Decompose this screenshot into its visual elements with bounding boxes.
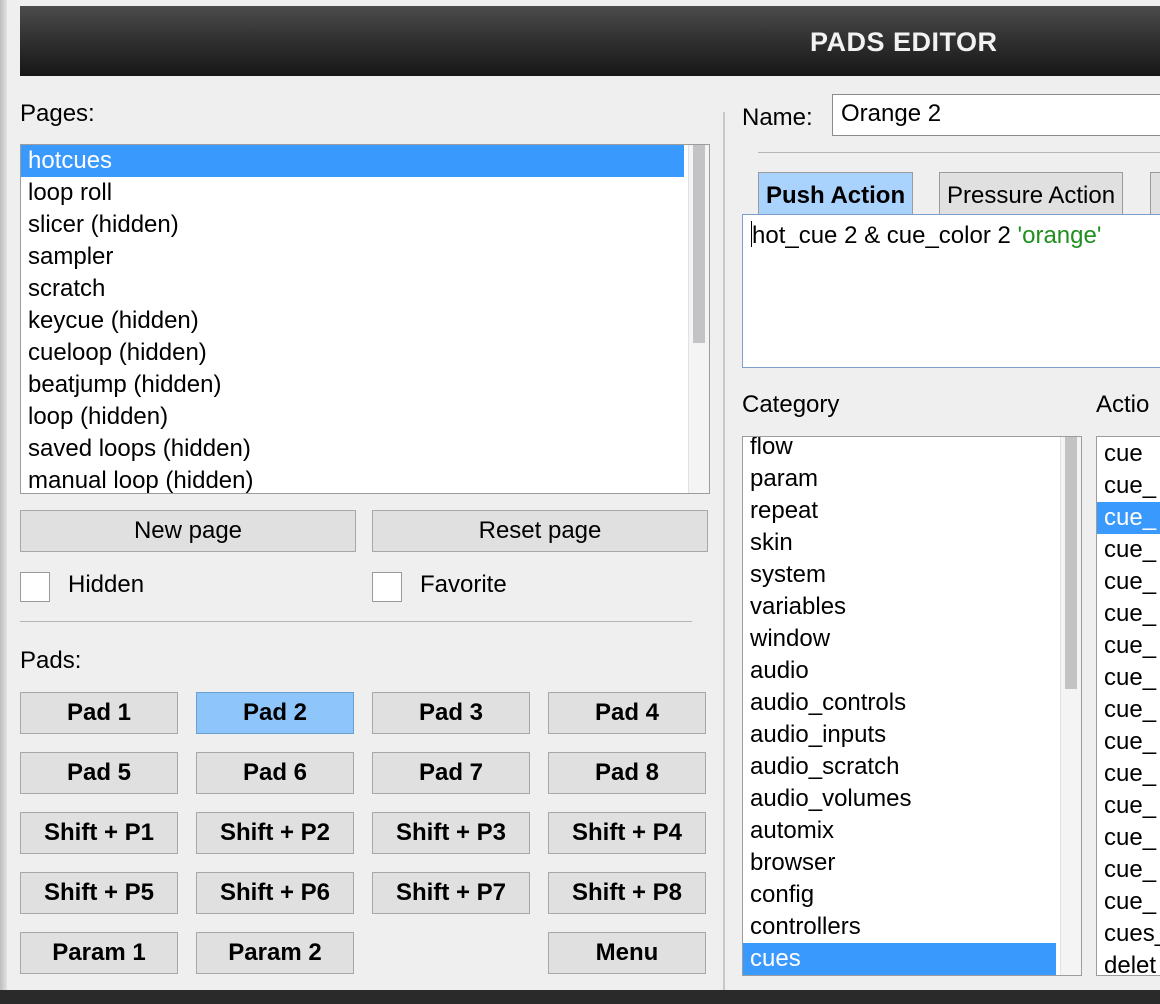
tab-pressure-action[interactable]: Pressure Action: [939, 172, 1124, 216]
pages-list-item[interactable]: hotcues: [21, 145, 684, 177]
pad-button-shift-plus-p1[interactable]: Shift + P1: [20, 812, 178, 854]
category-list-item[interactable]: audio_inputs: [743, 719, 1056, 751]
category-scrollbar-thumb[interactable]: [1065, 437, 1077, 689]
category-scrollbar[interactable]: [1060, 437, 1081, 975]
category-list-item[interactable]: audio_controls: [743, 687, 1056, 719]
action-list-item[interactable]: cue_: [1097, 630, 1160, 662]
pad-button-shift-plus-p4[interactable]: Shift + P4: [548, 812, 706, 854]
hidden-checkbox[interactable]: [20, 572, 50, 602]
actions-label: Actio: [1096, 391, 1150, 418]
pad-button-shift-plus-p5[interactable]: Shift + P5: [20, 872, 178, 914]
category-list-item[interactable]: skin: [743, 527, 1056, 559]
pad-button-shift-plus-p2[interactable]: Shift + P2: [196, 812, 354, 854]
pad-button-shift-plus-p7[interactable]: Shift + P7: [372, 872, 530, 914]
divider: [20, 621, 692, 622]
pad-button-shift-plus-p3[interactable]: Shift + P3: [372, 812, 530, 854]
pages-list-item[interactable]: keycue (hidden): [21, 305, 684, 337]
pages-list-item[interactable]: cueloop (hidden): [21, 337, 684, 369]
action-list-item[interactable]: cues_: [1097, 918, 1160, 950]
pages-list-item[interactable]: loop (hidden): [21, 401, 684, 433]
action-list-item[interactable]: cue_: [1097, 662, 1160, 694]
action-list-item[interactable]: cue_: [1097, 534, 1160, 566]
name-label: Name:: [742, 104, 813, 131]
pages-list-item[interactable]: beatjump (hidden): [21, 369, 684, 401]
pages-list-item[interactable]: saved loops (hidden): [21, 433, 684, 465]
action-list-item[interactable]: cue_: [1097, 726, 1160, 758]
pad-button-pad-3[interactable]: Pad 3: [372, 692, 530, 734]
name-input[interactable]: Orange 2: [832, 94, 1160, 136]
pages-scrollbar[interactable]: [688, 145, 709, 493]
category-list-item[interactable]: window: [743, 623, 1056, 655]
pages-list-item[interactable]: scratch: [21, 273, 684, 305]
category-list-item[interactable]: param: [743, 463, 1056, 495]
action-list-item[interactable]: cue_: [1097, 566, 1160, 598]
script-string-literal: 'orange': [1017, 222, 1102, 249]
category-list-item[interactable]: controllers: [743, 911, 1056, 943]
pad-button-pad-8[interactable]: Pad 8: [548, 752, 706, 794]
category-label: Category: [742, 391, 840, 418]
pad-button-pad-2[interactable]: Pad 2: [196, 692, 354, 734]
favorite-label: Favorite: [420, 571, 507, 598]
new-page-button[interactable]: New page: [20, 510, 356, 552]
pad-button-menu[interactable]: Menu: [548, 932, 706, 974]
pad-button-pad-4[interactable]: Pad 4: [548, 692, 706, 734]
window-title: PADS EDITOR: [810, 27, 998, 57]
pages-scrollbar-thumb[interactable]: [693, 145, 705, 343]
hidden-label: Hidden: [68, 571, 145, 598]
action-list-item[interactable]: cue_: [1097, 470, 1160, 502]
action-list-item[interactable]: cue_: [1097, 822, 1160, 854]
pad-button-param-2[interactable]: Param 2: [196, 932, 354, 974]
pages-list[interactable]: hotcues loop roll slicer (hidden) sampler sc…: [20, 144, 710, 494]
category-list-item[interactable]: flow: [743, 437, 1056, 463]
category-list-item[interactable]: browser: [743, 847, 1056, 879]
action-list-item[interactable]: cue_: [1097, 694, 1160, 726]
action-list-item[interactable]: cue_: [1097, 790, 1160, 822]
category-list-item[interactable]: audio_volumes: [743, 783, 1056, 815]
pages-list-item[interactable]: sampler: [21, 241, 684, 273]
actions-list[interactable]: cue cue_ cue_ cue_ cue_ cue_ cue_ cue_ cue_ cue_ c…: [1096, 436, 1160, 976]
action-list-item[interactable]: cue_: [1097, 886, 1160, 918]
pages-list-item[interactable]: slicer (hidden): [21, 209, 684, 241]
pads-editor-window: PADS EDITOR Pages: hotcues loop roll slice…: [0, 0, 1160, 990]
category-list-item[interactable]: automix: [743, 815, 1056, 847]
category-list-item[interactable]: cues: [743, 943, 1056, 975]
pad-button-shift-plus-p8[interactable]: Shift + P8: [548, 872, 706, 914]
action-list-item[interactable]: delet: [1097, 950, 1160, 975]
column-divider: [723, 112, 725, 990]
category-list[interactable]: flow param repeat skin system variables window…: [742, 436, 1082, 976]
editor-divider: [758, 152, 1160, 153]
pad-button-pad-1[interactable]: Pad 1: [20, 692, 178, 734]
tab-overflow[interactable]: [1150, 172, 1160, 216]
tab-push-action[interactable]: Push Action: [758, 172, 914, 216]
pads-label: Pads:: [20, 647, 82, 674]
pad-button-pad-6[interactable]: Pad 6: [196, 752, 354, 794]
category-list-item[interactable]: repeat: [743, 495, 1056, 527]
pad-button-pad-7[interactable]: Pad 7: [372, 752, 530, 794]
pad-button-shift-plus-p6[interactable]: Shift + P6: [196, 872, 354, 914]
action-script-editor[interactable]: hot_cue 2 & cue_color 2 'orange': [742, 214, 1160, 368]
action-list-item[interactable]: cue_: [1097, 598, 1160, 630]
reset-page-button[interactable]: Reset page: [372, 510, 708, 552]
category-list-item[interactable]: system: [743, 559, 1056, 591]
action-list-item[interactable]: cue_: [1097, 758, 1160, 790]
category-list-item[interactable]: audio: [743, 655, 1056, 687]
pages-list-item[interactable]: manual loop (hidden): [21, 465, 684, 493]
pages-list-item[interactable]: loop roll: [21, 177, 684, 209]
category-list-item[interactable]: config: [743, 879, 1056, 911]
title-bar[interactable]: PADS EDITOR: [20, 6, 1160, 76]
action-list-item[interactable]: cue: [1097, 438, 1160, 470]
action-list-item[interactable]: cue_: [1097, 854, 1160, 886]
pad-button-param-1[interactable]: Param 1: [20, 932, 178, 974]
category-list-item[interactable]: variables: [743, 591, 1056, 623]
category-list-item[interactable]: audio_scratch: [743, 751, 1056, 783]
pad-button-pad-5[interactable]: Pad 5: [20, 752, 178, 794]
action-list-item[interactable]: cue_: [1097, 502, 1160, 534]
pages-label: Pages:: [20, 100, 95, 127]
script-text: hot_cue 2 & cue_color 2: [752, 222, 1018, 249]
favorite-checkbox[interactable]: [372, 572, 402, 602]
window-edge: [0, 0, 7, 990]
